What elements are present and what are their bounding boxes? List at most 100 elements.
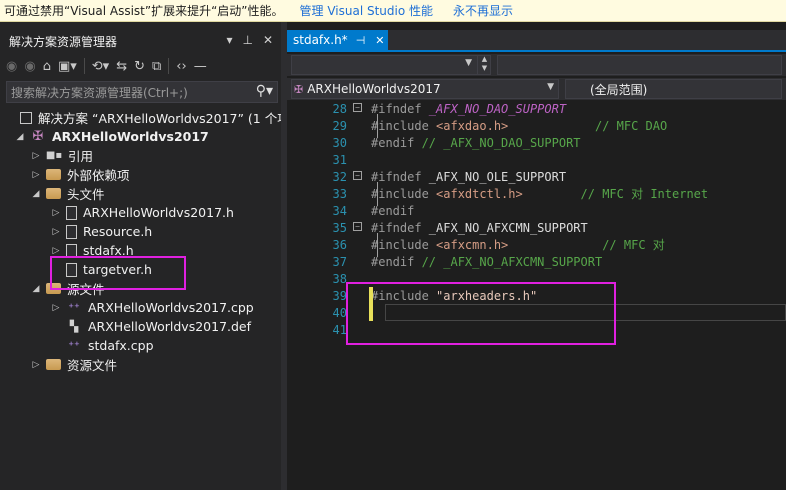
solution-explorer-search[interactable]: 搜索解决方案资源管理器(Ctrl+;) ⚲▾ [6, 81, 278, 103]
tab-stdafx-h[interactable]: stdafx.h* ⊣ ✕ [287, 30, 388, 50]
pin-tab-icon[interactable]: ⊣ [356, 34, 366, 47]
code-line: 31 [287, 151, 786, 168]
nav-spinner[interactable]: ▲ ▼ [477, 55, 491, 75]
code-comment: // _AFX_NO_DAO_SUPPORT [421, 135, 581, 150]
gutter [347, 185, 371, 202]
code-editor: stdafx.h* ⊣ ✕ ▼ ▲ ▼ ✠ ARXHelloWorldvs2017… [287, 22, 786, 490]
stdafx-highlight-annotation [50, 256, 186, 290]
line-number: 34 [332, 203, 347, 218]
tree-item-label: 头文件 [67, 187, 105, 202]
navigation-bar-top: ▼ ▲ ▼ [287, 54, 786, 76]
project-dropdown-label: ARXHelloWorldvs2017 [307, 82, 441, 96]
tree-item-label: ARXHelloWorldvs2017.h [83, 205, 234, 220]
line-number: 38 [332, 271, 347, 286]
expand-closed-icon: ▷ [32, 359, 40, 370]
search-placeholder: 搜索解决方案资源管理器(Ctrl+;) [11, 85, 188, 100]
collapse-all-icon[interactable]: ⧉ [152, 59, 161, 74]
tree-item-external-deps[interactable]: ▷ 外部依赖项 [30, 165, 130, 184]
info-bar-message: 可通过禁用“Visual Assist”扩展来提升“启动”性能。 [4, 4, 284, 18]
tab-label: stdafx.h* [293, 33, 348, 47]
solution-icon [20, 111, 32, 124]
code-icon[interactable]: ‹› [176, 59, 186, 74]
toolbar-separator [83, 58, 85, 74]
code-keyword: #ifndef [371, 169, 429, 184]
code-comment: // MFC 对 Internet [522, 187, 709, 201]
project-icon: ✠ [294, 82, 304, 96]
code-keyword: #ifndef [371, 101, 429, 116]
gutter [347, 151, 371, 168]
solution-explorer-toolbar: ◉ ◉ ⌂ ▣▾ ⟲▾ ⇆ ↻ ⧉ ‹› — [6, 55, 278, 77]
tree-item-header-file[interactable]: ▷ ARXHelloWorldvs2017.h [50, 203, 234, 222]
tree-item-label: 资源文件 [67, 358, 118, 373]
folder-icon [46, 169, 61, 180]
refresh-icon[interactable]: ↻ [134, 59, 145, 74]
code-string: <afxdao.h> [436, 118, 509, 133]
code-keyword: #endif [371, 135, 422, 150]
tree-item-label: stdafx.cpp [88, 338, 154, 353]
scope-dropdown-label: (全局范围) [590, 82, 648, 97]
home-icon[interactable]: ⌂ [43, 59, 51, 74]
code-line: 35 − #ifndef _AFX_NO_AFXCMN_SUPPORT [287, 219, 786, 236]
tree-item-label: 引用 [68, 149, 94, 164]
include-highlight-annotation [346, 282, 616, 345]
code-line: 37 #endif // _AFX_NO_AFXCMN_SUPPORT [287, 253, 786, 270]
close-icon[interactable]: ✕ [263, 33, 273, 47]
line-number: 31 [332, 152, 347, 167]
references-icon: ■▪ [45, 150, 63, 161]
project-dropdown[interactable]: ✠ ARXHelloWorldvs2017 ▼ [291, 79, 559, 99]
tree-item-resource-folder[interactable]: ▷ 资源文件 [30, 355, 117, 374]
line-number: 32 [332, 169, 347, 184]
tree-item-project[interactable]: ◢ ✠ ARXHelloWorldvs2017 [14, 127, 209, 146]
expand-closed-icon: ▷ [32, 150, 40, 161]
toolbar-more-icon[interactable]: — [194, 59, 207, 74]
line-number: 41 [332, 322, 347, 337]
pending-changes-icon[interactable]: ⟲▾ [92, 59, 109, 74]
project-icon: ✠ [32, 129, 44, 144]
panel-options-icon[interactable]: ▾ [226, 33, 232, 47]
fold-collapse-icon[interactable]: − [353, 171, 362, 180]
code-comment: // _AFX_NO_AFXCMN_SUPPORT [421, 254, 603, 269]
fold-collapse-icon[interactable]: − [353, 103, 362, 112]
folder-icon [46, 188, 61, 199]
line-number: 30 [332, 135, 347, 150]
gutter [347, 117, 371, 134]
tree-item-label: ARXHelloWorldvs2017.cpp [88, 300, 254, 315]
tree-item-source-file[interactable]: ▷ ⁺⁺ ARXHelloWorldvs2017.cpp [50, 298, 254, 317]
nav-dropdown-left[interactable]: ▼ [291, 55, 491, 75]
tree-item-header-folder[interactable]: ◢ 头文件 [30, 184, 105, 203]
expand-closed-icon: ▷ [52, 245, 60, 256]
tree-item-references[interactable]: ▷ ■▪ 引用 [30, 146, 93, 165]
outline-guide [377, 114, 378, 138]
manage-performance-link[interactable]: 管理 Visual Studio 性能 [300, 2, 434, 19]
search-icon[interactable]: ⚲▾ [256, 83, 273, 99]
switch-views-icon[interactable]: ▣▾ [58, 59, 77, 74]
tree-item-solution[interactable]: 解决方案 “ARXHelloWorldvs2017” (1 个项 [4, 108, 290, 127]
nav-dropdown-right[interactable] [497, 55, 782, 75]
fold-collapse-icon[interactable]: − [353, 222, 362, 231]
expand-open-icon: ◢ [16, 131, 24, 142]
tree-item-label: 解决方案 “ARXHelloWorldvs2017” (1 个项 [38, 111, 290, 126]
line-number: 29 [332, 118, 347, 133]
tree-item-header-file[interactable]: ▷ Resource.h [50, 222, 153, 241]
pin-icon[interactable]: ⊥ [242, 33, 252, 47]
close-tab-icon[interactable]: ✕ [375, 34, 384, 47]
document-tab-strip: stdafx.h* ⊣ ✕ [287, 30, 786, 52]
chevron-down-icon: ▼ [547, 82, 554, 92]
solution-explorer-title: 解决方案资源管理器 [9, 34, 118, 49]
tree-item-label: ARXHelloWorldvs2017.def [88, 319, 252, 334]
code-string: <afxcmn.h> [436, 237, 509, 252]
gutter [347, 236, 371, 253]
code-identifier: _AFX_NO_AFXCMN_SUPPORT [428, 220, 588, 235]
tree-item-source-file[interactable]: ▚ ARXHelloWorldvs2017.def [50, 317, 251, 336]
forward-icon[interactable]: ◉ [24, 59, 35, 74]
never-show-again-link[interactable]: 永不再显示 [453, 2, 513, 19]
back-icon[interactable]: ◉ [6, 59, 17, 74]
line-number: 37 [332, 254, 347, 269]
code-line: 28 − #ifndef _AFX_NO_DAO_SUPPORT [287, 100, 786, 117]
def-file-icon: ▚ [69, 320, 79, 333]
sync-icon[interactable]: ⇆ [116, 59, 127, 74]
tree-item-source-file[interactable]: ⁺⁺ stdafx.cpp [50, 336, 154, 355]
scope-dropdown[interactable]: (全局范围) [565, 79, 782, 99]
header-file-icon [66, 205, 77, 220]
expand-closed-icon: ▷ [52, 207, 60, 218]
